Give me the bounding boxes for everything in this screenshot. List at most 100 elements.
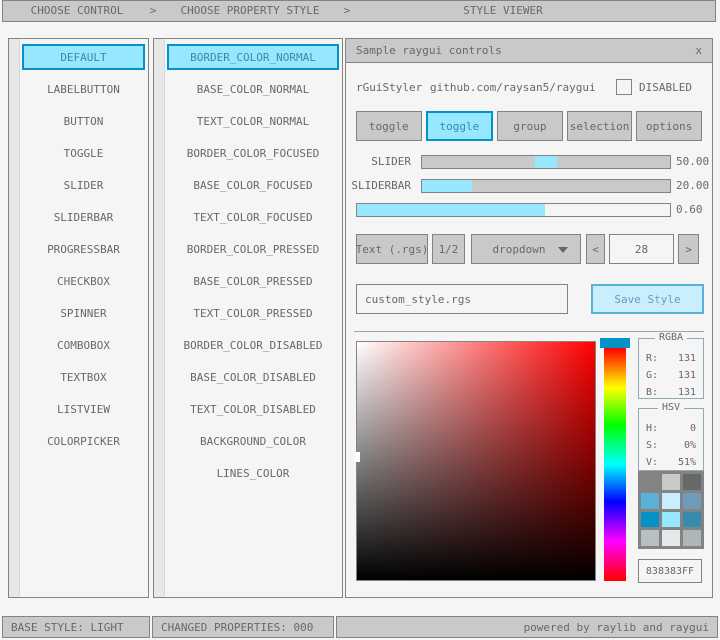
save-style-button[interactable]: Save Style bbox=[591, 284, 704, 314]
divider-line bbox=[354, 331, 704, 332]
swatch-text-normal[interactable] bbox=[683, 474, 701, 490]
toggle-button-2-active[interactable]: toggle bbox=[426, 111, 494, 141]
color-picker-sv-area[interactable] bbox=[356, 341, 596, 581]
property-item-border-color-focused[interactable]: BORDER_COLOR_FOCUSED bbox=[167, 137, 339, 169]
property-item-base-color-pressed[interactable]: BASE_COLOR_PRESSED bbox=[167, 265, 339, 297]
progressbar-value: 0.60 bbox=[676, 203, 703, 217]
property-item-text-color-pressed[interactable]: TEXT_COLOR_PRESSED bbox=[167, 297, 339, 329]
hue-slider-handle[interactable] bbox=[600, 338, 630, 348]
property-item-text-color-normal[interactable]: TEXT_COLOR_NORMAL bbox=[167, 105, 339, 137]
swatch-base-normal[interactable] bbox=[662, 474, 680, 490]
property-item-lines-color[interactable]: LINES_COLOR bbox=[167, 457, 339, 489]
property-item-text-color-disabled[interactable]: TEXT_COLOR_DISABLED bbox=[167, 393, 339, 425]
swatch-border-disabled[interactable] bbox=[641, 530, 659, 546]
app-name-label: rGuiStyler bbox=[356, 81, 422, 94]
swatch-border-normal[interactable] bbox=[641, 474, 659, 490]
v-value: 51% bbox=[678, 457, 696, 468]
swatch-text-focused[interactable] bbox=[683, 493, 701, 509]
control-item-labelbutton[interactable]: LABELBUTTON bbox=[22, 73, 145, 105]
text-rgs-button[interactable]: Text (.rgs) bbox=[356, 234, 428, 264]
hue-bar[interactable] bbox=[604, 348, 626, 581]
spinner-decrement-button[interactable]: < bbox=[586, 234, 605, 264]
control-item-button[interactable]: BUTTON bbox=[22, 105, 145, 137]
breadcrumb-style-viewer: STYLE VIEWER bbox=[355, 1, 651, 21]
control-item-colorpicker[interactable]: COLORPICKER bbox=[22, 425, 145, 457]
property-item-border-color-normal[interactable]: BORDER_COLOR_NORMAL bbox=[167, 44, 339, 70]
rgba-row-b: B: 131 bbox=[639, 384, 703, 401]
spinner-increment-button[interactable]: > bbox=[678, 234, 699, 264]
b-label: B: bbox=[646, 387, 658, 398]
rguistyler-app: CHOOSE CONTROL > CHOOSE PROPERTY STYLE >… bbox=[0, 0, 720, 640]
control-item-combobox[interactable]: COMBOBOX bbox=[22, 329, 145, 361]
hsv-row-h: H: 0 bbox=[639, 420, 703, 437]
b-value: 131 bbox=[678, 387, 696, 398]
g-label: G: bbox=[646, 370, 658, 381]
properties-list-scrollbar[interactable] bbox=[154, 39, 165, 597]
filename-input[interactable]: custom_style.rgs bbox=[356, 284, 568, 314]
swatch-base-focused[interactable] bbox=[662, 493, 680, 509]
h-label: H: bbox=[646, 423, 658, 434]
rgba-row-g: G: 131 bbox=[639, 367, 703, 384]
properties-list-panel: BORDER_COLOR_NORMAL BASE_COLOR_NORMAL TE… bbox=[153, 38, 343, 598]
repo-link[interactable]: github.com/raysan5/raygui bbox=[430, 81, 596, 94]
control-item-progressbar[interactable]: PROGRESSBAR bbox=[22, 233, 145, 265]
toggle-button-1[interactable]: toggle bbox=[356, 111, 422, 141]
breadcrumb-separator-icon: > bbox=[145, 1, 161, 21]
spinner-value-box[interactable]: 28 bbox=[609, 234, 674, 264]
hsv-groupbox: HSV H: 0 S: 0% V: 51% bbox=[638, 408, 704, 471]
breadcrumb-choose-property-style: CHOOSE PROPERTY STYLE bbox=[161, 1, 339, 21]
base-style-label: BASE STYLE: LIGHT bbox=[11, 621, 124, 634]
dropdown-label: dropdown bbox=[493, 243, 546, 256]
swatch-border-pressed[interactable] bbox=[641, 512, 659, 528]
swatch-border-focused[interactable] bbox=[641, 493, 659, 509]
chevron-down-icon bbox=[558, 247, 568, 253]
control-item-checkbox[interactable]: CHECKBOX bbox=[22, 265, 145, 297]
control-item-sliderbar[interactable]: SLIDERBAR bbox=[22, 201, 145, 233]
control-item-default[interactable]: DEFAULT bbox=[22, 44, 145, 70]
progressbar-fill bbox=[357, 204, 545, 216]
control-item-slider[interactable]: SLIDER bbox=[22, 169, 145, 201]
controls-list-scrollbar[interactable] bbox=[9, 39, 20, 597]
slider-handle[interactable] bbox=[535, 156, 557, 168]
hex-color-value-box[interactable]: 838383FF bbox=[638, 559, 702, 583]
property-item-base-color-focused[interactable]: BASE_COLOR_FOCUSED bbox=[167, 169, 339, 201]
progressbar-track bbox=[356, 203, 671, 217]
property-item-base-color-disabled[interactable]: BASE_COLOR_DISABLED bbox=[167, 361, 339, 393]
swatch-base-pressed[interactable] bbox=[662, 512, 680, 528]
control-item-spinner[interactable]: SPINNER bbox=[22, 297, 145, 329]
h-value: 0 bbox=[690, 423, 696, 434]
rgba-group-title: RGBA bbox=[655, 332, 687, 343]
property-item-border-color-disabled[interactable]: BORDER_COLOR_DISABLED bbox=[167, 329, 339, 361]
property-item-border-color-pressed[interactable]: BORDER_COLOR_PRESSED bbox=[167, 233, 339, 265]
half-button[interactable]: 1/2 bbox=[432, 234, 465, 264]
property-item-text-color-focused[interactable]: TEXT_COLOR_FOCUSED bbox=[167, 201, 339, 233]
dropdown-button[interactable]: dropdown bbox=[471, 234, 581, 264]
sliderbar-value: 20.00 bbox=[676, 179, 709, 193]
sliderbar-track[interactable] bbox=[421, 179, 671, 193]
hsv-row-s: S: 0% bbox=[639, 437, 703, 454]
window-titlebar[interactable]: Sample raygui controls x bbox=[346, 39, 712, 63]
swatch-text-disabled[interactable] bbox=[683, 530, 701, 546]
swatch-text-pressed[interactable] bbox=[683, 512, 701, 528]
control-item-textbox[interactable]: TEXTBOX bbox=[22, 361, 145, 393]
statusbar-powered-by: powered by raylib and raygui bbox=[336, 616, 718, 638]
swatch-base-disabled[interactable] bbox=[662, 530, 680, 546]
close-icon[interactable]: x bbox=[695, 44, 702, 57]
disabled-checkbox[interactable] bbox=[616, 79, 632, 95]
property-item-base-color-normal[interactable]: BASE_COLOR_NORMAL bbox=[167, 73, 339, 105]
rgba-row-r: R: 131 bbox=[639, 350, 703, 367]
style-viewer-window: Sample raygui controls x rGuiStyler gith… bbox=[345, 38, 713, 598]
color-picker-marker[interactable] bbox=[355, 452, 360, 462]
slider-track[interactable] bbox=[421, 155, 671, 169]
style-color-swatches bbox=[638, 471, 704, 549]
toggle-button-5[interactable]: options bbox=[636, 111, 702, 141]
breadcrumb-separator-icon: > bbox=[339, 1, 355, 21]
control-item-toggle[interactable]: TOGGLE bbox=[22, 137, 145, 169]
slider-value: 50.00 bbox=[676, 155, 709, 169]
statusbar-changed-properties: CHANGED PROPERTIES: 000 bbox=[152, 616, 334, 638]
toggle-button-4[interactable]: selection bbox=[567, 111, 633, 141]
toggle-button-3[interactable]: group bbox=[497, 111, 563, 141]
property-item-background-color[interactable]: BACKGROUND_COLOR bbox=[167, 425, 339, 457]
control-item-listview[interactable]: LISTVIEW bbox=[22, 393, 145, 425]
sliderbar-fill bbox=[422, 180, 472, 192]
